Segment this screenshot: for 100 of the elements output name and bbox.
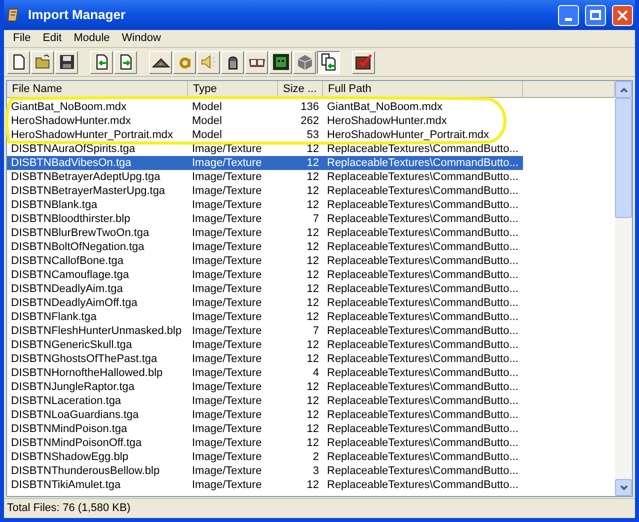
table-cell-text: Image/Texture	[191, 450, 263, 465]
column-header[interactable]: Size ...	[278, 81, 323, 97]
table-row[interactable]: DISBTNCallofBone.tga Image/Texture 12 ReplaceableTextures\CommandButto...	[7, 254, 523, 268]
table-cell-text: Image/Texture	[191, 184, 263, 199]
table-row[interactable]: DISBTNMindPoisonOff.tga Image/Texture 12 ReplaceableTextures\CommandButto...	[7, 436, 523, 450]
table-cell-text: ReplaceableTextures\CommandButto...	[326, 268, 520, 283]
table-cell-text: 12	[306, 254, 320, 269]
table-row[interactable]: DISBTNCamouflage.tga Image/Texture 12 ReplaceableTextures\CommandButto...	[7, 268, 523, 282]
table-row[interactable]: DISBTNJungleRaptor.tga Image/Texture 12 ReplaceableTextures\CommandButto...	[7, 380, 523, 394]
table-cell-text: ReplaceableTextures\CommandButto...	[326, 198, 520, 213]
table-row[interactable]: DISBTNFleshHunterUnmasked.blp Image/Texture 7 ReplaceableTextures\CommandButto...	[7, 324, 523, 338]
column-header[interactable]: Full Path	[323, 81, 523, 97]
table-cell-text: 12	[306, 282, 320, 297]
checklist-icon	[354, 53, 372, 71]
scrollbar[interactable]	[615, 81, 632, 496]
table-cell-text: 12	[306, 156, 320, 171]
table-cell-text: ReplaceableTextures\CommandButto...	[326, 310, 520, 325]
maximize-button[interactable]	[585, 4, 606, 26]
table-cell-text: 53	[306, 128, 320, 143]
table-cell-text: DISBTNBloodthirster.blp	[10, 212, 132, 227]
menu-item[interactable]: Module	[68, 30, 116, 47]
table-row[interactable]: DISBTNFlank.tga Image/Texture 12 ReplaceableTextures\CommandButto...	[7, 310, 523, 324]
table-cell-text: Model	[191, 100, 223, 115]
table-cell-text: 12	[306, 338, 320, 353]
scroll-up-button[interactable]	[615, 81, 632, 98]
table-cell-text: Image/Texture	[191, 464, 263, 479]
table-cell-text: 12	[306, 408, 320, 423]
table-row[interactable]: DISBTNThunderousBellow.blp Image/Texture 3 ReplaceableTextures\CommandButto...	[7, 464, 523, 478]
scroll-thumb[interactable]	[615, 98, 632, 218]
table-cell-text: Image/Texture	[191, 478, 263, 493]
mask-icon	[272, 53, 290, 71]
table-cell-text: Image/Texture	[191, 296, 263, 311]
table-cell-text: DISBTNGenericSkull.tga	[10, 338, 134, 353]
table-cell-text: DISBTNAuraOfSpirits.tga	[10, 142, 136, 157]
table-row[interactable]: GiantBat_NoBoom.mdx Model 136 GiantBat_NoBoom.mdx	[7, 100, 523, 114]
table-cell-text: ReplaceableTextures\CommandButto...	[326, 338, 520, 353]
table-cell-text: ReplaceableTextures\CommandButto...	[326, 240, 520, 255]
table-cell-text: 3	[312, 464, 320, 479]
table-cell-text: HeroShadowHunter.mdx	[10, 114, 132, 129]
table-cell-text: ReplaceableTextures\CommandButto...	[326, 282, 520, 297]
table-cell-text: ReplaceableTextures\CommandButto...	[326, 450, 520, 465]
column-header[interactable]: File Name	[7, 81, 188, 97]
table-row[interactable]: DISBTNTikiAmulet.tga Image/Texture 12 ReplaceableTextures\CommandButto...	[7, 478, 523, 492]
table-cell-text: 12	[306, 198, 320, 213]
table-row[interactable]: DISBTNLaceration.tga Image/Texture 12 ReplaceableTextures\CommandButto...	[7, 394, 523, 408]
table-cell-text: Image/Texture	[191, 198, 263, 213]
table-row[interactable]: DISBTNDeadlyAimOff.tga Image/Texture 12 ReplaceableTextures\CommandButto...	[7, 296, 523, 310]
table-row[interactable]: DISBTNHornoftheHallowed.blp Image/Texture 4 ReplaceableTextures\CommandButto...	[7, 366, 523, 380]
table-cell-text: 12	[306, 352, 320, 367]
table-row[interactable]: DISBTNMindPoison.tga Image/Texture 12 ReplaceableTextures\CommandButto...	[7, 422, 523, 436]
table-row[interactable]: DISBTNLoaGuardians.tga Image/Texture 12 ReplaceableTextures\CommandButto...	[7, 408, 523, 422]
table-row[interactable]: HeroShadowHunter_Portrait.mdx Model 53 HeroShadowHunter_Portrait.mdx	[7, 128, 523, 142]
table-cell-text: 7	[312, 324, 320, 339]
table-row[interactable]: DISBTNGhostsOfThePast.tga Image/Texture 12 ReplaceableTextures\CommandButto...	[7, 352, 523, 366]
minimize-button[interactable]	[558, 4, 579, 26]
table-row[interactable]: HeroShadowHunter.mdx Model 262 HeroShadowHunter.mdx	[7, 114, 523, 128]
table-cell-text: ReplaceableTextures\CommandButto...	[326, 366, 520, 381]
table-cell-text: Model	[191, 128, 223, 143]
table-row[interactable]: DISBTNDeadlyAim.tga Image/Texture 12 ReplaceableTextures\CommandButto...	[7, 282, 523, 296]
table-cell-text: DISBTNShadowEgg.blp	[10, 450, 130, 465]
table-cell-text: DISBTNBadVibesOn.tga	[10, 156, 132, 171]
table-cell-text: 12	[306, 422, 320, 437]
table-row[interactable]: DISBTNBadVibesOn.tga Image/Texture 12 ReplaceableTextures\CommandButto...	[7, 156, 523, 170]
table-cell-text: DISBTNBetrayerAdeptUpg.tga	[10, 170, 162, 185]
scroll-down-button[interactable]	[615, 479, 632, 496]
table-row[interactable]: DISBTNBoltOfNegation.tga Image/Texture 12 ReplaceableTextures\CommandButto...	[7, 240, 523, 254]
table-cell-text: 12	[306, 142, 320, 157]
table-cell-text: 12	[306, 380, 320, 395]
table-cell-text: DISBTNCallofBone.tga	[10, 254, 124, 269]
table-row[interactable]: DISBTNBlank.tga Image/Texture 12 ReplaceableTextures\CommandButto...	[7, 198, 523, 212]
toolbar-button[interactable]	[317, 50, 340, 74]
cube-icon	[296, 53, 314, 71]
table-cell-text: ReplaceableTextures\CommandButto...	[326, 436, 520, 451]
table-row[interactable]: DISBTNGenericSkull.tga Image/Texture 12 ReplaceableTextures\CommandButto...	[7, 338, 523, 352]
table-cell-text: DISBTNDeadlyAimOff.tga	[10, 296, 138, 311]
menu-item[interactable]: Window	[116, 30, 167, 47]
table-cell-text: Image/Texture	[191, 436, 263, 451]
window-title: Import Manager	[28, 6, 127, 24]
table-cell-text: ReplaceableTextures\CommandButto...	[326, 352, 520, 367]
table-cell-text: Image/Texture	[191, 142, 263, 157]
table-cell-text: Image/Texture	[191, 352, 263, 367]
menu-item[interactable]: Edit	[36, 30, 68, 47]
column-header[interactable]: Type	[188, 81, 278, 97]
table-cell-text: ReplaceableTextures\CommandButto...	[326, 170, 520, 185]
table-row[interactable]: DISBTNAuraOfSpirits.tga Image/Texture 12 ReplaceableTextures\CommandButto...	[7, 142, 523, 156]
table-cell-text: DISBTNFlank.tga	[10, 310, 98, 325]
menu-item[interactable]: File	[7, 30, 37, 47]
table-cell-text: Image/Texture	[191, 282, 263, 297]
table-row[interactable]: DISBTNBlurBrewTwoOn.tga Image/Texture 12 ReplaceableTextures\CommandButto...	[7, 226, 523, 240]
table-cell-text: ReplaceableTextures\CommandButto...	[326, 380, 520, 395]
table-row[interactable]: DISBTNBetrayerAdeptUpg.tga Image/Texture 12 ReplaceableTextures\CommandButto...	[7, 170, 523, 184]
table-cell-text: 12	[306, 478, 320, 493]
table-row[interactable]: DISBTNBloodthirster.blp Image/Texture 7 ReplaceableTextures\CommandButto...	[7, 212, 523, 226]
table-cell-text: Image/Texture	[191, 156, 263, 171]
table-row[interactable]: DISBTNShadowEgg.blp Image/Texture 2 ReplaceableTextures\CommandButto...	[7, 450, 523, 464]
close-button[interactable]	[612, 4, 633, 26]
table-cell-text: 12	[306, 310, 320, 325]
table-row[interactable]: DISBTNBetrayerMasterUpg.tga Image/Texture 12 ReplaceableTextures\CommandButto...	[7, 184, 523, 198]
table-cell-text: Image/Texture	[191, 240, 263, 255]
table-cell-text: DISBTNGhostsOfThePast.tga	[10, 352, 158, 367]
